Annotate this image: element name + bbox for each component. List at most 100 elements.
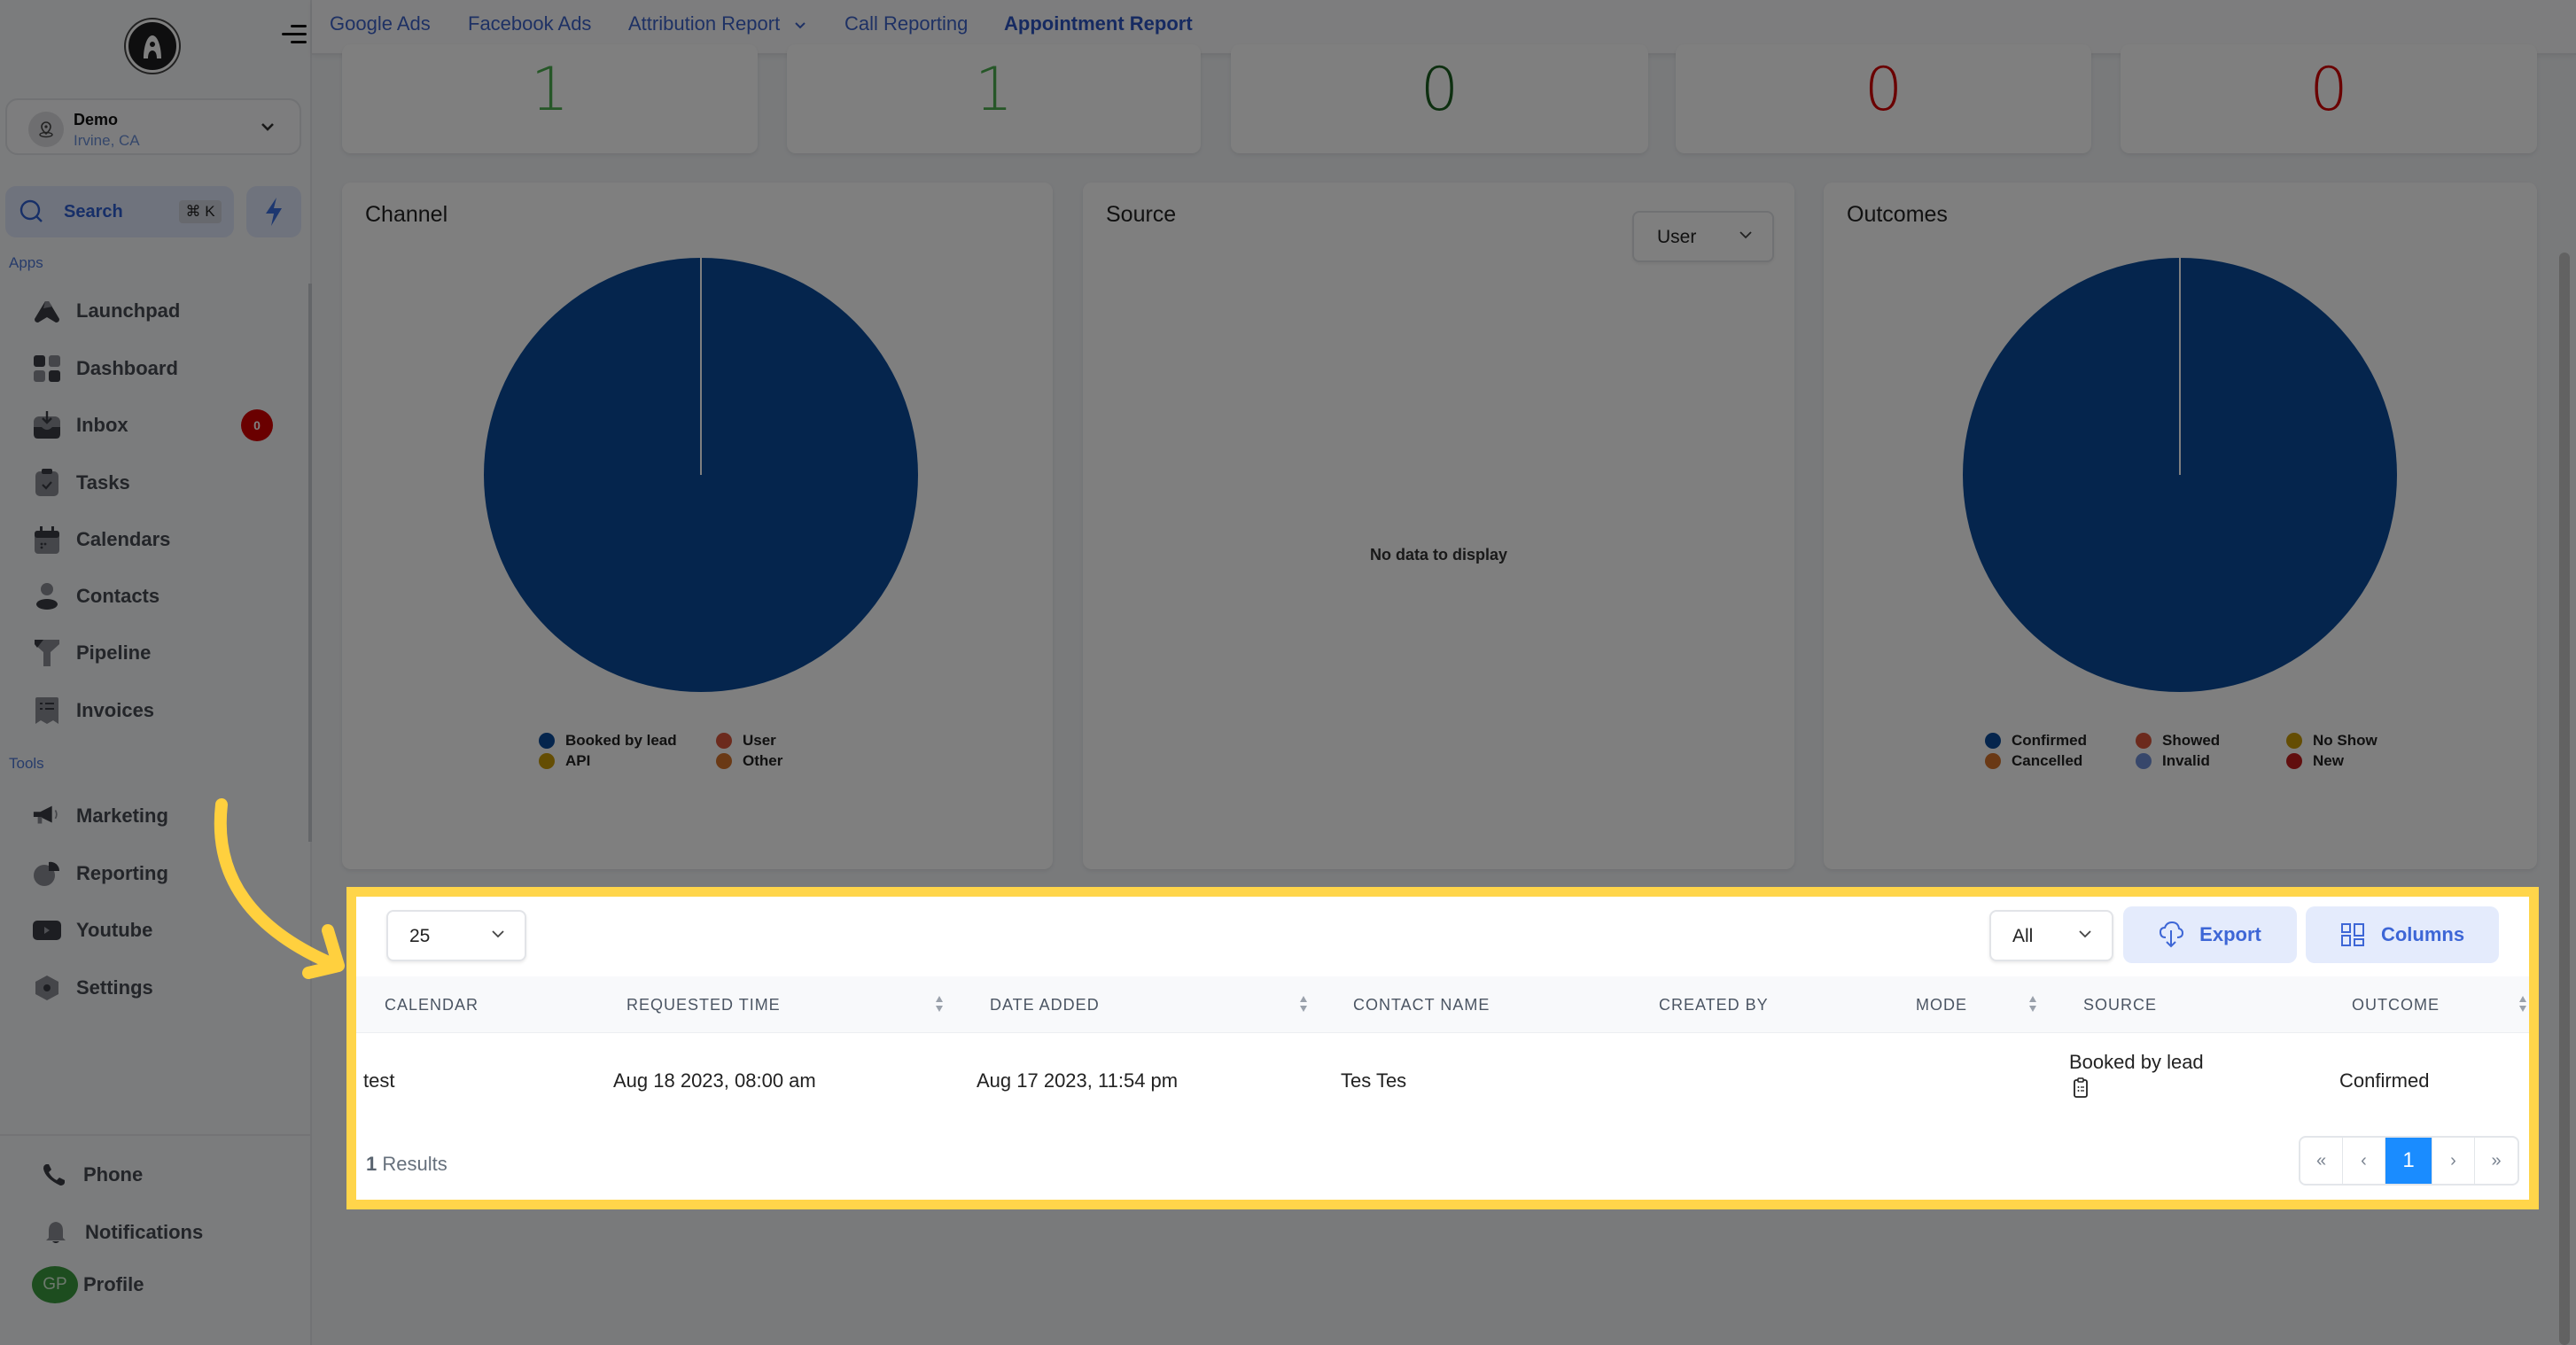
phone-icon <box>39 1160 69 1190</box>
cell-date-added: Aug 17 2023, 11:54 pm <box>977 1069 1179 1092</box>
legend-item-cancelled[interactable]: Cancelled <box>1985 752 2082 770</box>
sidebar-item-youtube[interactable]: Youtube <box>32 913 289 948</box>
column-header-outcome[interactable]: OUTCOME <box>2352 996 2440 1015</box>
column-header-source[interactable]: SOURCE <box>2083 996 2157 1015</box>
tab-appointment-report[interactable]: Appointment Report <box>1004 12 1193 35</box>
sidebar-item-contacts[interactable]: Contacts <box>32 579 289 614</box>
sidebar-item-notifications[interactable]: Notifications <box>41 1215 298 1250</box>
legend-item-confirmed[interactable]: Confirmed <box>1985 732 2087 750</box>
sidebar-item-dashboard[interactable]: Dashboard <box>32 351 289 386</box>
tab-facebook-ads[interactable]: Facebook Ads <box>468 12 591 35</box>
source-chart-panel: Source User No data to display <box>1083 183 1794 869</box>
sidebar-item-label: Contacts <box>76 585 160 607</box>
grid-icon <box>32 354 62 384</box>
cloud-download-icon <box>2160 921 2184 948</box>
cell-source: Booked by lead <box>2069 1051 2204 1073</box>
search-label: Search <box>64 202 123 222</box>
legend-label: Confirmed <box>2012 732 2087 749</box>
sidebar-item-profile[interactable]: GP Profile <box>32 1266 289 1303</box>
prev-page-button[interactable]: ‹ <box>2343 1138 2385 1184</box>
column-header-mode[interactable]: MODE <box>1916 996 1967 1015</box>
sidebar-item-settings[interactable]: Settings <box>32 970 289 1006</box>
menu-line <box>282 33 307 35</box>
column-header-date-added[interactable]: DATE ADDED <box>990 996 1100 1015</box>
tab-call-reporting[interactable]: Call Reporting <box>844 12 968 35</box>
chevron-down-icon <box>1739 227 1753 245</box>
sidebar-item-inbox[interactable]: Inbox 0 <box>32 408 289 443</box>
last-page-button[interactable]: » <box>2475 1138 2518 1184</box>
export-label: Export <box>2199 923 2261 945</box>
export-button[interactable]: Export <box>2123 906 2297 963</box>
account-name: Demo <box>74 111 119 128</box>
legend-swatch <box>2136 733 2152 749</box>
select-value: User <box>1657 227 1697 247</box>
column-header-requested-time[interactable]: REQUESTED TIME <box>626 996 781 1015</box>
legend-label: Invalid <box>2162 752 2210 769</box>
logo-icon <box>144 35 161 58</box>
column-header-calendar[interactable]: CALENDAR <box>385 996 479 1015</box>
sort-icon[interactable] <box>2028 994 2037 1014</box>
app-logo[interactable] <box>126 19 179 73</box>
sort-icon[interactable] <box>2518 994 2527 1014</box>
sidebar-item-calendars[interactable]: Calendars <box>32 522 289 557</box>
page-scrollbar[interactable] <box>2559 253 2570 1345</box>
next-page-button[interactable]: › <box>2432 1138 2475 1184</box>
account-switcher[interactable]: Demo Irvine, CA <box>5 98 301 155</box>
sort-icon[interactable] <box>1299 994 1308 1014</box>
stat-card: 0 <box>1231 44 1648 153</box>
sidebar-item-label: Profile <box>83 1273 144 1295</box>
chevron-down-icon <box>491 926 505 944</box>
chart-title: Source <box>1106 202 1177 227</box>
sidebar-item-label: Calendars <box>76 528 171 550</box>
sidebar-item-phone[interactable]: Phone <box>39 1157 296 1193</box>
sidebar-item-label: Reporting <box>76 862 168 884</box>
legend-item-showed[interactable]: Showed <box>2136 732 2220 750</box>
sidebar-item-reporting[interactable]: Reporting <box>32 856 289 891</box>
rocket-icon <box>32 296 62 326</box>
column-header-created-by[interactable]: CREATED BY <box>1659 996 1769 1015</box>
tab-attribution-report[interactable]: Attribution Report <box>628 12 806 35</box>
tab-google-ads[interactable]: Google Ads <box>330 12 431 35</box>
sidebar-item-marketing[interactable]: Marketing <box>32 798 289 834</box>
select-value: All <box>2012 926 2034 946</box>
page-size-select[interactable]: 25 <box>386 910 526 961</box>
column-header-contact-name[interactable]: CONTACT NAME <box>1353 996 1490 1015</box>
person-icon <box>32 581 62 611</box>
sidebar-item-tasks[interactable]: Tasks <box>32 465 289 501</box>
sidebar-item-pipeline[interactable]: Pipeline <box>32 635 289 671</box>
sidebar-item-launchpad[interactable]: Launchpad <box>32 293 289 329</box>
pie-chart-icon <box>32 859 62 889</box>
sidebar-item-invoices[interactable]: Invoices <box>32 693 289 728</box>
quick-actions-button[interactable] <box>246 186 301 237</box>
cell-contact-name[interactable]: Tes Tes <box>1341 1069 1406 1092</box>
legend-item-new[interactable]: New <box>2286 752 2344 770</box>
columns-button[interactable]: Columns <box>2306 906 2499 963</box>
sidebar-item-label: Marketing <box>76 805 168 827</box>
clipboard-list-icon[interactable] <box>2073 1077 2089 1099</box>
clipboard-check-icon <box>32 468 62 498</box>
sidebar-item-label: Settings <box>76 976 153 999</box>
legend-item-invalid[interactable]: Invalid <box>2136 752 2210 770</box>
legend-item-api[interactable]: API <box>539 752 590 770</box>
filter-select[interactable]: All <box>1989 910 2113 961</box>
sidebar-item-label: Inbox <box>76 414 128 436</box>
stat-card: 1 <box>342 44 758 153</box>
menu-line <box>291 41 307 43</box>
collapse-sidebar-button[interactable] <box>282 23 307 46</box>
legend-item-other[interactable]: Other <box>716 752 782 770</box>
legend-item-booked-by-lead[interactable]: Booked by lead <box>539 732 677 750</box>
search-button[interactable]: Search ⌘ K <box>5 186 234 237</box>
legend-swatch <box>2286 733 2302 749</box>
results-number: 1 <box>366 1153 377 1175</box>
legend-item-user[interactable]: User <box>716 732 776 750</box>
first-page-button[interactable]: « <box>2300 1138 2343 1184</box>
play-icon <box>32 915 62 945</box>
chart-title: Outcomes <box>1847 202 1948 227</box>
stat-card: 0 <box>2121 44 2537 153</box>
legend-item-no-show[interactable]: No Show <box>2286 732 2378 750</box>
page-button-current[interactable]: 1 <box>2385 1138 2432 1184</box>
source-filter-select[interactable]: User <box>1632 211 1774 262</box>
legend-swatch <box>2136 753 2152 769</box>
sort-icon[interactable] <box>935 994 944 1014</box>
sidebar-scrollbar[interactable] <box>308 284 312 842</box>
